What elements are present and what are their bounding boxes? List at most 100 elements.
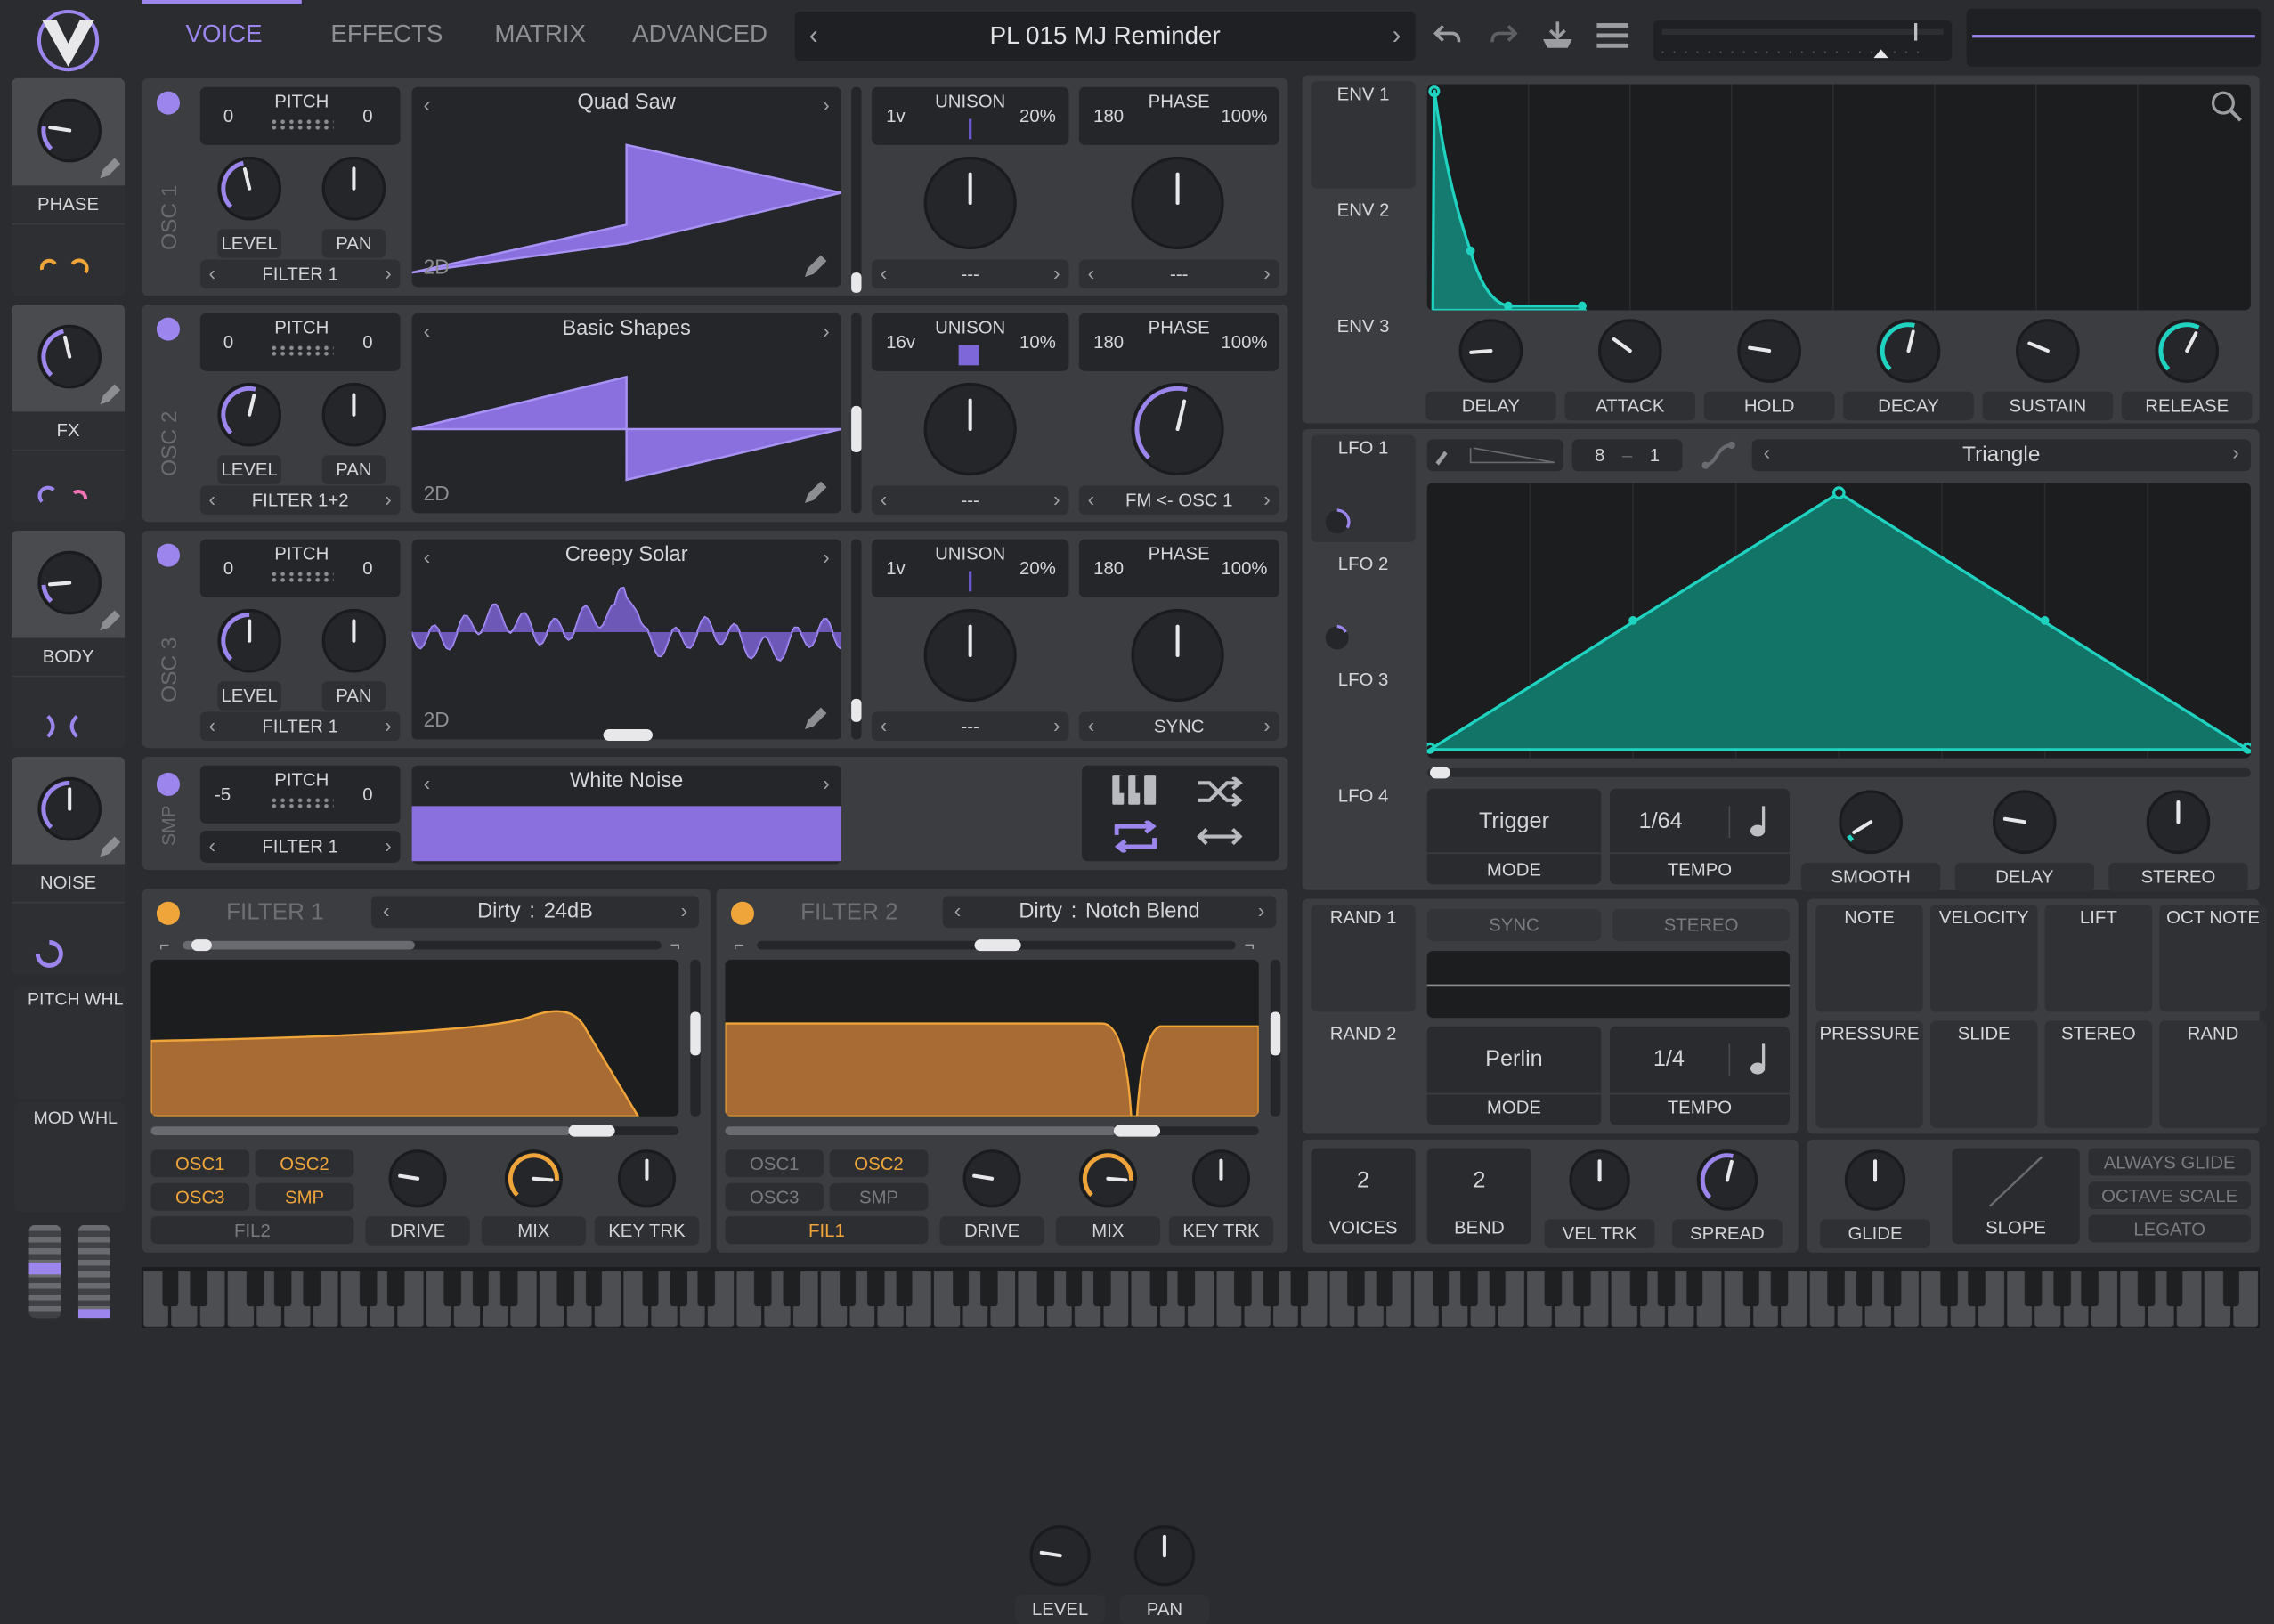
osc-1-pan-knob[interactable] <box>321 156 386 221</box>
zoom-icon[interactable] <box>2210 90 2245 132</box>
glide-option-2[interactable]: OCTAVE SCALE <box>2088 1181 2251 1210</box>
filter-1-src-smp[interactable]: SMP <box>255 1182 354 1211</box>
piano-key-black[interactable] <box>1263 1271 1280 1307</box>
piano-key-black[interactable] <box>387 1271 405 1307</box>
piano-key-black[interactable] <box>1093 1271 1111 1307</box>
piano-key-black[interactable] <box>1065 1271 1083 1307</box>
filter-1-cutoff-slider[interactable] <box>150 1125 679 1137</box>
osc-2-unison-box[interactable]: 16v UNISON 10% <box>871 313 1069 371</box>
osc-1-mod-2-knob[interactable] <box>1131 156 1224 250</box>
filter-2-drive-knob[interactable] <box>962 1149 1021 1208</box>
filter-1-drive-knob[interactable] <box>388 1149 447 1208</box>
filter-2-src-smp[interactable]: SMP <box>829 1182 929 1211</box>
osc-1-unison-box[interactable]: 1v UNISON 20% <box>871 86 1069 145</box>
lfo-paint-button[interactable] <box>1426 439 1563 472</box>
macro-4-knob[interactable] <box>37 776 102 841</box>
env-release-knob[interactable] <box>2155 319 2220 383</box>
osc-1-phase-rand[interactable]: 100% <box>1221 106 1267 126</box>
osc-1-mod-1[interactable]: ‹ --- › <box>871 259 1069 289</box>
osc-3-unison-box[interactable]: 1v UNISON 20% <box>871 539 1069 597</box>
osc-1-pitch-coarse[interactable]: 0 <box>223 106 233 126</box>
undo-icon[interactable] <box>1432 20 1464 57</box>
lfo-smooth-knob[interactable] <box>1839 790 1903 855</box>
piano-key-black[interactable] <box>1573 1271 1591 1307</box>
piano-key-black[interactable] <box>472 1271 490 1307</box>
osc-3-pitch-fine[interactable]: 0 <box>362 558 372 579</box>
rand-stereo-button[interactable]: STEREO <box>1612 908 1790 941</box>
osc-1-mod-2[interactable]: ‹ --- › <box>1078 259 1279 289</box>
osc-2-pitch-fine[interactable]: 0 <box>362 332 372 353</box>
mod-source-lift[interactable]: LIFT <box>2044 905 2153 1012</box>
piano-key-black[interactable] <box>359 1271 377 1307</box>
osc-1-wavetable[interactable]: ‹ Quad Saw › 2D <box>411 86 841 288</box>
filter-1-response-graph[interactable] <box>150 959 679 1116</box>
osc-3-level-knob[interactable] <box>217 608 281 673</box>
lfo-graph[interactable] <box>1424 483 2254 759</box>
osc-3-mod-2-knob[interactable] <box>1131 608 1224 702</box>
env-decay-knob[interactable] <box>1876 319 1941 383</box>
osc-3-wavetable[interactable]: ‹ Creepy Solar › 2D <box>411 539 841 740</box>
lfo-phase-slider[interactable] <box>1426 767 2251 779</box>
piano-key-black[interactable] <box>2053 1271 2071 1307</box>
lfo-delay-knob[interactable] <box>1992 790 2057 855</box>
osc-3-pitch-coarse[interactable]: 0 <box>223 558 233 579</box>
env-1-tab[interactable]: ENV 1 <box>1311 81 1416 189</box>
osc-2-dim[interactable]: 2D <box>424 482 450 505</box>
osc-2-enable-toggle[interactable] <box>156 317 180 341</box>
preset-selector[interactable]: ‹ PL 015 MJ Reminder › <box>794 12 1416 61</box>
piano-key-black[interactable] <box>1376 1271 1393 1307</box>
piano-key-black[interactable] <box>1940 1271 1958 1307</box>
osc-2-wavetable[interactable]: ‹ Basic Shapes › 2D <box>411 313 841 514</box>
osc-2-phase-box[interactable]: 180 PHASE 100% <box>1078 313 1279 371</box>
mod-source-oct-note[interactable]: OCT NOTE <box>2159 905 2267 1012</box>
filter-2-cutoff-slider[interactable] <box>725 1125 1259 1137</box>
osc-3-frame-slider[interactable] <box>851 539 862 740</box>
smp-destination[interactable]: ‹ FILTER 1 › <box>199 831 401 863</box>
lfo-mode-box[interactable]: Trigger MODE <box>1426 788 1602 885</box>
piano-key-black[interactable] <box>1658 1271 1676 1307</box>
lfo-mode-value[interactable]: Trigger <box>1427 809 1601 835</box>
lfo-smooth-icon[interactable] <box>1700 439 1737 478</box>
note-icon[interactable] <box>1749 1041 1769 1085</box>
filter-2-response-graph[interactable] <box>725 959 1259 1116</box>
smp-pitch-coarse[interactable]: -5 <box>215 784 231 805</box>
piano-key-black[interactable] <box>698 1271 716 1307</box>
filter-1-src-osc3[interactable]: OSC3 <box>150 1182 250 1211</box>
piano-key-black[interactable] <box>1149 1271 1167 1307</box>
piano-key-black[interactable] <box>1827 1271 1845 1307</box>
piano-key-black[interactable] <box>161 1271 179 1307</box>
piano-key-black[interactable] <box>585 1271 603 1307</box>
smp-waveform[interactable]: ‹ White Noise › <box>411 765 841 865</box>
osc-1-destination[interactable]: ‹ FILTER 1 › <box>199 259 401 289</box>
rand-tempo-box[interactable]: 1/4 TEMPO <box>1609 1026 1790 1125</box>
osc-3-phase-rand[interactable]: 100% <box>1221 558 1267 579</box>
filter-1-enable-toggle[interactable] <box>156 901 180 925</box>
piano-key-black[interactable] <box>1969 1271 1986 1307</box>
osc-2-pitch-box[interactable]: 0 PITCH 0 <box>199 313 401 371</box>
mod-source-rand[interactable]: RAND <box>2159 1020 2267 1128</box>
piano-key-black[interactable] <box>1685 1271 1704 1307</box>
osc-3-dim[interactable]: 2D <box>424 708 450 731</box>
lfo-ratio-numerator[interactable]: 8 <box>1595 445 1604 466</box>
slope-display[interactable]: SLOPE <box>1952 1148 2080 1245</box>
osc-1-frame-slider[interactable] <box>851 86 862 293</box>
osc-3-unison-detune[interactable]: 20% <box>1019 558 1056 579</box>
osc-3-enable-toggle[interactable] <box>156 543 180 567</box>
env-sustain-knob[interactable] <box>2016 319 2080 383</box>
piano-key-black[interactable] <box>2166 1271 2184 1307</box>
filter-1-keytrk-knob[interactable] <box>617 1149 677 1208</box>
piano-key-black[interactable] <box>980 1271 998 1307</box>
osc-1-level-knob[interactable] <box>217 156 281 221</box>
piano-key-black[interactable] <box>839 1271 857 1307</box>
piano-key-black[interactable] <box>246 1271 264 1307</box>
filter-2-keytrk-knob[interactable] <box>1191 1149 1251 1208</box>
tab-advanced[interactable]: ADVANCED <box>632 20 767 50</box>
spread-knob[interactable] <box>1696 1149 1758 1211</box>
piano-key-black[interactable] <box>1036 1271 1054 1307</box>
tab-effects[interactable]: EFFECTS <box>330 20 443 50</box>
random-phase-icon[interactable] <box>1195 775 1244 814</box>
piano-key-black[interactable] <box>1178 1271 1196 1307</box>
piano-key-black[interactable] <box>1856 1271 1873 1307</box>
envelope-graph[interactable] <box>1426 84 2251 311</box>
rand-1-tab[interactable]: RAND 1 <box>1311 905 1416 1012</box>
